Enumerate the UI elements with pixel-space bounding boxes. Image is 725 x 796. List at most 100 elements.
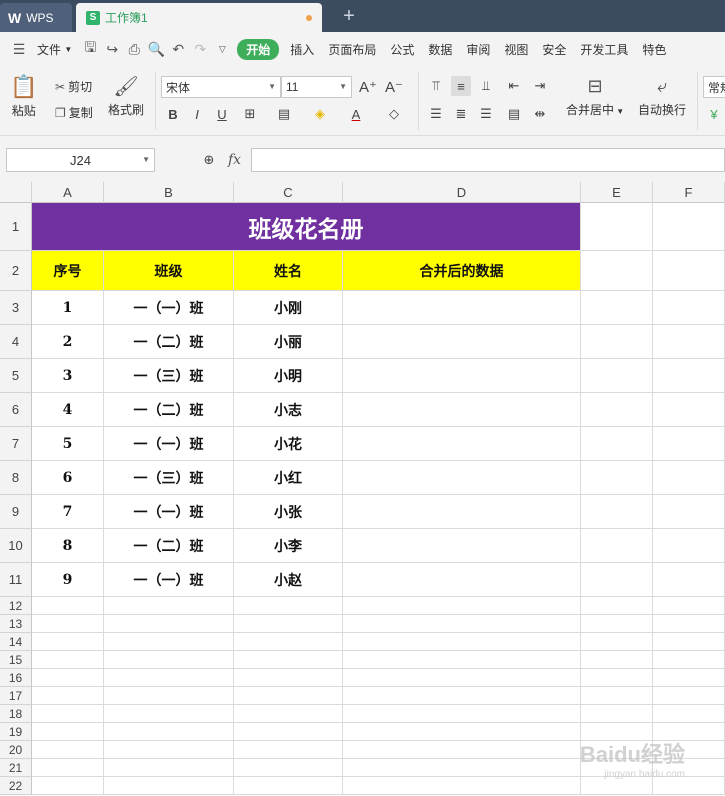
cell-c19[interactable] bbox=[234, 723, 343, 741]
save-icon[interactable]: 🖫 bbox=[79, 38, 101, 60]
number-format-select[interactable]: 常规 bbox=[703, 76, 725, 98]
tab-home[interactable]: 开始 bbox=[237, 38, 280, 60]
cell-b9[interactable]: 一（一）班 bbox=[104, 495, 234, 529]
cell-e4[interactable] bbox=[581, 325, 653, 359]
cell-d17[interactable] bbox=[343, 687, 581, 705]
increase-font-icon[interactable]: A⁺ bbox=[358, 77, 378, 97]
fill-color-icon[interactable]: ◈ bbox=[310, 104, 330, 124]
cell-e16[interactable] bbox=[581, 669, 653, 687]
row-header-18[interactable]: 18 bbox=[0, 705, 32, 723]
wps-home-tab[interactable]: W WPS bbox=[0, 3, 72, 32]
cell-d4[interactable] bbox=[343, 325, 581, 359]
cell-a19[interactable] bbox=[32, 723, 104, 741]
cell-b12[interactable] bbox=[104, 597, 234, 615]
cut-button[interactable]: ✂ 剪切 bbox=[55, 78, 92, 95]
cell-d3[interactable] bbox=[343, 291, 581, 325]
cell-c4[interactable]: 小丽 bbox=[234, 325, 343, 359]
cell-d19[interactable] bbox=[343, 723, 581, 741]
row-header-22[interactable]: 22 bbox=[0, 777, 32, 795]
column-header-a[interactable]: A bbox=[32, 182, 104, 203]
header-cell-d[interactable]: 合并后的数据 bbox=[343, 251, 581, 291]
cell-d13[interactable] bbox=[343, 615, 581, 633]
copy-button[interactable]: ❐ 复制 bbox=[55, 104, 93, 121]
cell-a7[interactable]: 5 bbox=[32, 427, 104, 461]
print-preview-icon[interactable]: 🔍 bbox=[145, 38, 167, 60]
cell-a16[interactable] bbox=[32, 669, 104, 687]
cell-b21[interactable] bbox=[104, 759, 234, 777]
row-header-5[interactable]: 5 bbox=[0, 359, 32, 393]
cell-a20[interactable] bbox=[32, 741, 104, 759]
file-menu[interactable]: 文件 ▼ bbox=[30, 32, 79, 66]
justify-icon[interactable]: ▤ bbox=[504, 104, 524, 124]
cell-e5[interactable] bbox=[581, 359, 653, 393]
cell-b20[interactable] bbox=[104, 741, 234, 759]
cell-f18[interactable] bbox=[653, 705, 725, 723]
cell-e11[interactable] bbox=[581, 563, 653, 597]
format-painter-button[interactable]: 🖌 格式刷 bbox=[108, 74, 144, 118]
cell-d11[interactable] bbox=[343, 563, 581, 597]
print-icon[interactable]: ⎙ bbox=[123, 38, 145, 60]
redo-icon[interactable]: ↷ bbox=[189, 38, 211, 60]
cell-d14[interactable] bbox=[343, 633, 581, 651]
row-header-16[interactable]: 16 bbox=[0, 669, 32, 687]
cell-f1[interactable] bbox=[653, 203, 725, 251]
cell-a6[interactable]: 4 bbox=[32, 393, 104, 427]
cell-a22[interactable] bbox=[32, 777, 104, 795]
cell-e1[interactable] bbox=[581, 203, 653, 251]
cell-b8[interactable]: 一（三）班 bbox=[104, 461, 234, 495]
row-header-20[interactable]: 20 bbox=[0, 741, 32, 759]
paste-button[interactable]: 📋 粘贴 bbox=[10, 74, 37, 119]
header-cell-a[interactable]: 序号 bbox=[32, 251, 104, 291]
cell-a10[interactable]: 8 bbox=[32, 529, 104, 563]
underline-icon[interactable]: U bbox=[212, 104, 232, 124]
cell-d8[interactable] bbox=[343, 461, 581, 495]
cell-b11[interactable]: 一（一）班 bbox=[104, 563, 234, 597]
undo-icon[interactable]: ↶ bbox=[167, 38, 189, 60]
cell-c5[interactable]: 小明 bbox=[234, 359, 343, 393]
cell-f5[interactable] bbox=[653, 359, 725, 393]
formula-input[interactable] bbox=[251, 148, 725, 172]
align-right-icon[interactable]: ☰ bbox=[476, 104, 496, 124]
cell-d20[interactable] bbox=[343, 741, 581, 759]
cell-f11[interactable] bbox=[653, 563, 725, 597]
cell-e7[interactable] bbox=[581, 427, 653, 461]
row-header-21[interactable]: 21 bbox=[0, 759, 32, 777]
cell-a11[interactable]: 9 bbox=[32, 563, 104, 597]
cell-b15[interactable] bbox=[104, 651, 234, 669]
cell-e8[interactable] bbox=[581, 461, 653, 495]
cell-a9[interactable]: 7 bbox=[32, 495, 104, 529]
cell-c18[interactable] bbox=[234, 705, 343, 723]
cell-e14[interactable] bbox=[581, 633, 653, 651]
row-header-9[interactable]: 9 bbox=[0, 495, 32, 529]
column-header-d[interactable]: D bbox=[343, 182, 581, 203]
cell-b19[interactable] bbox=[104, 723, 234, 741]
cell-c6[interactable]: 小志 bbox=[234, 393, 343, 427]
new-tab-button[interactable]: + bbox=[338, 4, 360, 28]
cell-a21[interactable] bbox=[32, 759, 104, 777]
cell-e15[interactable] bbox=[581, 651, 653, 669]
cell-d9[interactable] bbox=[343, 495, 581, 529]
distribute-icon[interactable]: ⇹ bbox=[530, 104, 550, 124]
cell-f9[interactable] bbox=[653, 495, 725, 529]
cell-e3[interactable] bbox=[581, 291, 653, 325]
export-icon[interactable]: ↪ bbox=[101, 38, 123, 60]
hamburger-icon[interactable]: ☰ bbox=[8, 38, 30, 60]
cell-d22[interactable] bbox=[343, 777, 581, 795]
cell-b18[interactable] bbox=[104, 705, 234, 723]
tab-developer[interactable]: 开发工具 bbox=[573, 32, 635, 66]
cell-e12[interactable] bbox=[581, 597, 653, 615]
cell-c7[interactable]: 小花 bbox=[234, 427, 343, 461]
zoom-formula-icon[interactable]: ⊕ bbox=[199, 150, 219, 170]
cell-c11[interactable]: 小赵 bbox=[234, 563, 343, 597]
tab-review[interactable]: 审阅 bbox=[459, 32, 497, 66]
cell-b13[interactable] bbox=[104, 615, 234, 633]
cell-a8[interactable]: 6 bbox=[32, 461, 104, 495]
cell-b10[interactable]: 一（二）班 bbox=[104, 529, 234, 563]
cell-d7[interactable] bbox=[343, 427, 581, 461]
italic-icon[interactable]: I bbox=[187, 104, 207, 124]
outdent-icon[interactable]: ⇤ bbox=[504, 76, 524, 96]
row-header-4[interactable]: 4 bbox=[0, 325, 32, 359]
cell-c17[interactable] bbox=[234, 687, 343, 705]
cell-b7[interactable]: 一（一）班 bbox=[104, 427, 234, 461]
cell-c10[interactable]: 小李 bbox=[234, 529, 343, 563]
